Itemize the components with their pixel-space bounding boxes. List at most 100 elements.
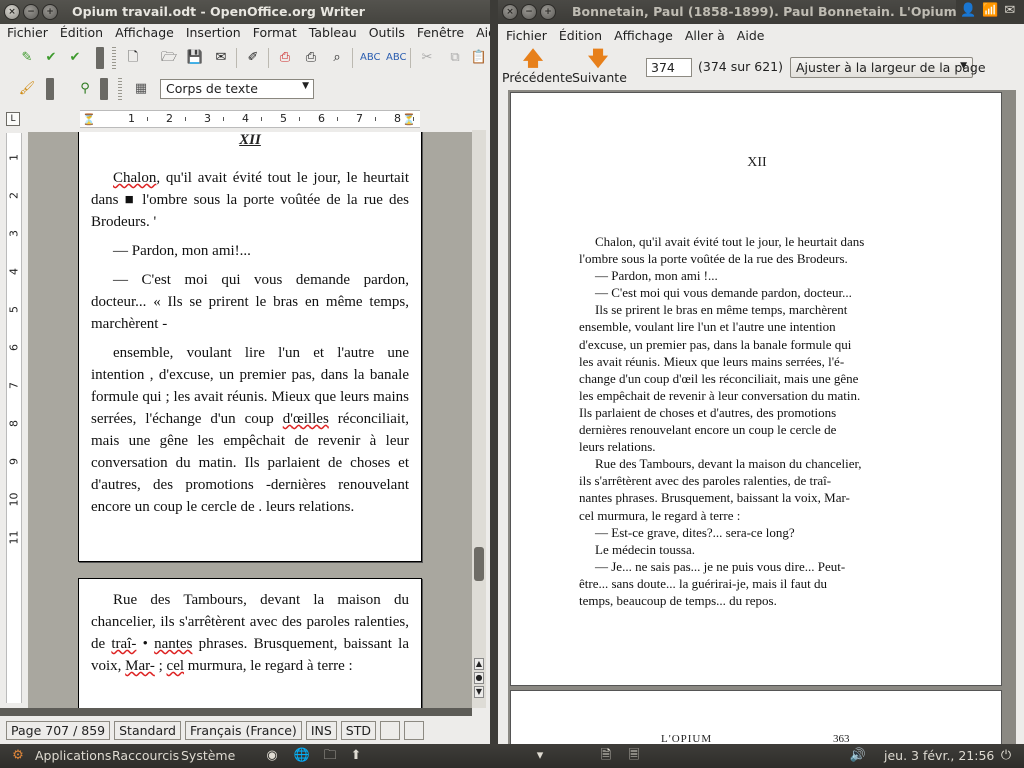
menu-item-7[interactable]: Fenêtre <box>411 24 470 42</box>
cut-icon[interactable]: ✂ <box>418 49 436 67</box>
browser-launcher-icon[interactable]: 🌐 <box>292 746 312 766</box>
next-page-button[interactable]: 🡇 Suivante <box>572 46 627 85</box>
clock[interactable]: jeu. 3 févr., 21:56 <box>884 748 994 763</box>
toolbar-dropdown-icon[interactable] <box>100 78 108 100</box>
mail-icon[interactable]: ✉ <box>1004 3 1015 19</box>
document-canvas[interactable]: XII Chalon, qu'il avait évité tout le jo… <box>28 132 472 708</box>
toolbar-grip[interactable] <box>118 78 122 100</box>
spellcheck-auto-icon[interactable]: ✔ <box>66 49 84 67</box>
new-document-icon[interactable]: 🗋 <box>124 49 142 67</box>
find-icon[interactable]: ⚲ <box>76 80 94 98</box>
document-page[interactable]: Rue des Tambours, devant la maison du ch… <box>78 578 422 708</box>
spellcheck-icon[interactable]: ABC <box>360 49 381 67</box>
close-icon[interactable]: × <box>502 4 518 20</box>
open-folder-icon[interactable]: 🗁 <box>160 49 178 67</box>
page-body[interactable]: Chalon, qu'il avait évité tout le jour, … <box>91 167 409 525</box>
toolbar-dropdown-icon[interactable] <box>96 47 104 69</box>
viewer-task-icon[interactable]: 🗏 <box>624 746 644 766</box>
language-indicator[interactable]: Français (France) <box>185 721 302 740</box>
menu-item-0[interactable]: Fichier <box>498 27 553 45</box>
page-style-indicator[interactable]: Standard <box>114 721 181 740</box>
paragraph[interactable]: ensemble, voulant lire l'un et l'autre u… <box>91 342 409 518</box>
menu-item-4[interactable]: Aide <box>731 27 771 45</box>
paragraph[interactable]: Chalon, qu'il avait évité tout le jour, … <box>91 167 409 233</box>
vertical-scrollbar[interactable]: ▲ ● ▼ <box>472 130 486 708</box>
page-number-input[interactable]: 374 <box>646 58 692 77</box>
export-pdf-icon[interactable]: ⎙ <box>276 49 294 67</box>
page-body[interactable]: Rue des Tambours, devant la maison du ch… <box>91 589 409 684</box>
menu-item-3[interactable]: Aller à <box>679 27 731 45</box>
save-icon[interactable]: 💾 <box>186 49 204 67</box>
scanned-page[interactable]: L'OPIUM 363 <box>510 690 1002 744</box>
user-icon[interactable]: 👤 <box>960 3 976 19</box>
upload-icon[interactable]: ⬆ <box>346 746 366 766</box>
print-preview-icon[interactable]: ⌕ <box>328 49 346 67</box>
misspelled-word[interactable]: Chalon <box>113 170 156 186</box>
menu-item-2[interactable]: Affichage <box>109 24 180 42</box>
modified-indicator[interactable] <box>380 721 400 740</box>
insert-mode-indicator[interactable]: INS <box>305 721 337 740</box>
paragraph-style-select[interactable]: Corps de texte ▼ <box>160 79 314 99</box>
menu-item-5[interactable]: Tableau <box>303 24 363 42</box>
previous-page-button[interactable]: 🡅 Précédente <box>502 46 573 85</box>
menu-item-6[interactable]: Outils <box>363 24 411 42</box>
tomboy-icon[interactable]: ▾ <box>530 746 550 766</box>
styles-window-icon[interactable]: ▦ <box>132 80 150 98</box>
left-indent-marker-icon[interactable]: ⏳ <box>82 113 96 126</box>
places-menu[interactable]: Raccourcis <box>112 748 179 763</box>
misspelled-word[interactable]: d'œilles <box>283 411 329 427</box>
print-icon[interactable]: ⎙ <box>302 49 320 67</box>
close-icon[interactable]: × <box>4 4 20 20</box>
page-indicator[interactable]: Page 707 / 859 <box>6 721 111 740</box>
misspelled-word[interactable]: nantes <box>154 636 192 652</box>
menu-item-4[interactable]: Format <box>247 24 303 42</box>
document-page[interactable]: XII Chalon, qu'il avait évité tout le jo… <box>78 132 422 562</box>
ubuntu-logo-icon[interactable]: ⚙ <box>8 746 28 766</box>
applications-menu[interactable]: Applications <box>35 748 111 763</box>
paragraph[interactable]: — C'est moi qui vous demande pardon, doc… <box>91 269 409 335</box>
misspelled-word[interactable]: cel <box>167 658 184 674</box>
maximize-icon[interactable]: + <box>540 4 556 20</box>
system-menu[interactable]: Système <box>181 748 235 763</box>
power-icon[interactable]: ⏻ <box>996 746 1016 766</box>
paragraph[interactable]: — Pardon, mon ami!... <box>91 240 409 262</box>
minimize-icon[interactable]: − <box>23 4 39 20</box>
autospellcheck-icon[interactable]: ABC <box>386 49 407 67</box>
right-indent-marker-icon[interactable]: ⏳ <box>402 113 416 126</box>
volume-icon[interactable]: 🔊 <box>848 746 868 766</box>
edit-mode-icon[interactable]: ✐ <box>244 49 262 67</box>
signature-indicator[interactable] <box>404 721 424 740</box>
selection-mode-indicator[interactable]: STD <box>340 721 376 740</box>
menu-item-0[interactable]: Fichier <box>0 24 54 42</box>
maximize-icon[interactable]: + <box>42 4 58 20</box>
scrollbar-thumb[interactable] <box>474 547 484 581</box>
tab-stop-selector[interactable]: L <box>6 112 20 126</box>
misspelled-word[interactable]: Mar- <box>125 658 155 674</box>
menu-item-8[interactable]: Aide <box>470 24 490 42</box>
navigator-icon[interactable]: ● <box>474 672 484 684</box>
toolbar-grip[interactable] <box>112 47 116 69</box>
writer-task-icon[interactable]: 🗎 <box>596 746 616 766</box>
horizontal-ruler[interactable]: 1 2 3 4 5 6 7 8 ⏳ ⏳ <box>80 110 420 128</box>
next-page-icon[interactable]: ▼ <box>474 686 484 698</box>
horizontal-scrollbar[interactable] <box>0 708 472 716</box>
autocorrect-icon[interactable]: ✔ <box>42 49 60 67</box>
zoom-select[interactable]: Ajuster à la largeur de la page ▼ <box>790 57 986 78</box>
menu-item-2[interactable]: Affichage <box>608 27 679 45</box>
paste-icon[interactable]: 📋 <box>470 49 488 67</box>
paragraph[interactable]: Rue des Tambours, devant la maison du ch… <box>91 589 409 677</box>
toolbar-dropdown-icon[interactable] <box>46 78 54 100</box>
copy-icon[interactable]: ⧉ <box>446 49 464 67</box>
menu-item-3[interactable]: Insertion <box>180 24 247 42</box>
menu-item-1[interactable]: Édition <box>54 24 109 42</box>
brush-icon[interactable]: 🖌 <box>18 80 36 98</box>
vertical-ruler[interactable]: 1 2 3 4 5 6 7 8 9 10 11 <box>6 133 22 703</box>
menu-item-1[interactable]: Édition <box>553 27 608 45</box>
previous-page-icon[interactable]: ▲ <box>474 658 484 670</box>
file-manager-icon[interactable]: 🗀 <box>320 746 340 766</box>
edit-file-icon[interactable]: ✎ <box>18 49 36 67</box>
disc-launcher-icon[interactable]: ◉ <box>262 746 282 766</box>
scanned-page[interactable]: XII Chalon, qu'il avait évité tout le jo… <box>510 92 1002 686</box>
email-icon[interactable]: ✉ <box>212 49 230 67</box>
viewer-canvas[interactable]: XII Chalon, qu'il avait évité tout le jo… <box>508 90 1016 744</box>
